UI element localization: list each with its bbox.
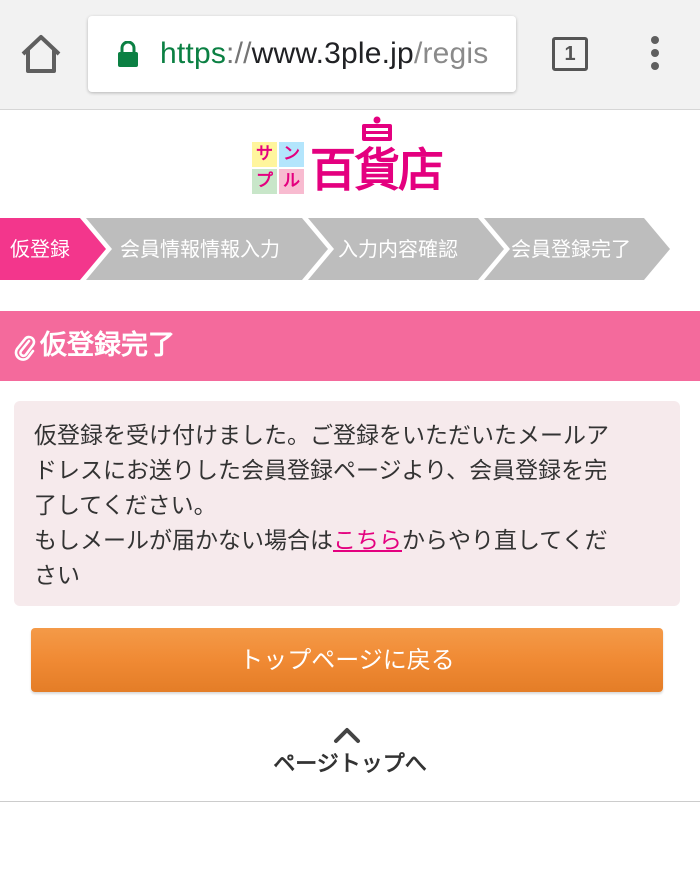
logo-text: 百貨店 [310, 143, 444, 197]
message-text: もしメールが届かない場合は [34, 528, 333, 554]
url-fade [494, 16, 516, 92]
page-top-label: ページトップへ [273, 752, 427, 777]
logo-tile: ル [279, 169, 304, 194]
logo-tile: プ [252, 169, 277, 194]
url-text: https://www.3ple.jp/regis [160, 36, 489, 72]
back-to-top-page-button[interactable]: トップページに戻る [31, 628, 663, 692]
message-line: 了してください。 [34, 493, 217, 519]
home-icon[interactable] [18, 33, 64, 75]
lock-icon [118, 41, 138, 67]
browser-toolbar: https://www.3ple.jp/regis 1 [0, 0, 700, 110]
retry-link[interactable]: こちら [333, 528, 402, 554]
page-title: 仮登録完了 [40, 330, 175, 361]
crown-icon [362, 116, 392, 141]
paperclip-icon [14, 335, 36, 361]
address-bar[interactable]: https://www.3ple.jp/regis [88, 16, 516, 92]
site-logo[interactable]: サ ン プ ル 百貨店 [252, 116, 444, 200]
message-line: もしメールが届かない場合はこちらからやり直してくだ [34, 524, 662, 559]
url-host: www.3ple.jp [251, 37, 414, 70]
step-1-label: 仮登録 [10, 237, 70, 261]
step-2-label: 会員情報情報入力 [120, 237, 280, 261]
footer-divider [0, 801, 700, 802]
message-text: からやり直してくだ [402, 528, 608, 554]
chevron-up-icon [334, 728, 360, 743]
progress-steps: 仮登録 会員情報情報入力 入力内容確認 会員登録完了 [0, 218, 700, 280]
url-scheme: https [160, 37, 227, 70]
logo-tile: サ [252, 142, 277, 167]
message-box: 仮登録を受け付けました。ご登録をいただいたメールア ドレスにお送りした会員登録ペ… [14, 401, 680, 606]
overflow-menu-icon[interactable] [640, 36, 670, 74]
logo-tile: ン [279, 142, 304, 167]
step-4-label: 会員登録完了 [511, 237, 631, 261]
url-separator: :// [226, 37, 252, 70]
message-line: 仮登録を受け付けました。ご登録をいただいたメールア [34, 423, 609, 449]
step-3-label: 入力内容確認 [338, 237, 458, 261]
page-top-link[interactable]: ページトップへ [0, 720, 700, 780]
tab-switcher-button[interactable]: 1 [552, 37, 588, 71]
section-header: 仮登録完了 [0, 311, 700, 381]
message-line: さい [34, 563, 80, 589]
message-line: ドレスにお送りした会員登録ページより、会員登録を完 [34, 458, 608, 484]
url-path: /regis [413, 37, 489, 70]
